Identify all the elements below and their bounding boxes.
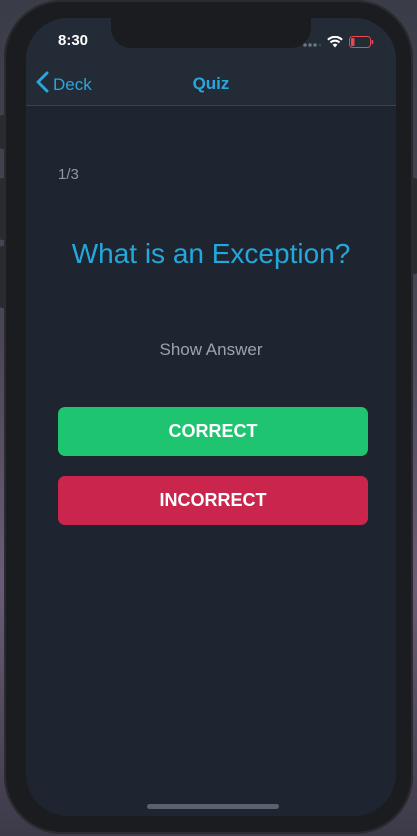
status-icons xyxy=(303,35,374,53)
page-title: Quiz xyxy=(192,74,230,93)
wifi-icon xyxy=(327,35,343,53)
question-text: What is an Exception? xyxy=(71,238,351,269)
power-button xyxy=(411,178,417,274)
status-time: 8:30 xyxy=(58,32,89,49)
app-screen: 8:30 Deck Quiz 1/3 What is an Exception?… xyxy=(26,18,396,816)
incorrect-button[interactable]: INCORRECT xyxy=(58,476,368,525)
home-indicator[interactable] xyxy=(147,804,279,809)
phone-frame: 8:30 Deck Quiz 1/3 What is an Exception?… xyxy=(0,0,417,834)
navigation-bar: Deck Quiz xyxy=(26,62,396,106)
camera-notch xyxy=(111,18,311,48)
show-answer-button[interactable]: Show Answer xyxy=(26,340,396,360)
mute-switch xyxy=(0,115,6,149)
volume-up-button xyxy=(0,178,6,240)
question-counter: 1/3 xyxy=(58,166,79,183)
correct-button[interactable]: CORRECT xyxy=(58,407,368,456)
battery-low-icon xyxy=(349,35,374,53)
volume-down-button xyxy=(0,246,6,308)
